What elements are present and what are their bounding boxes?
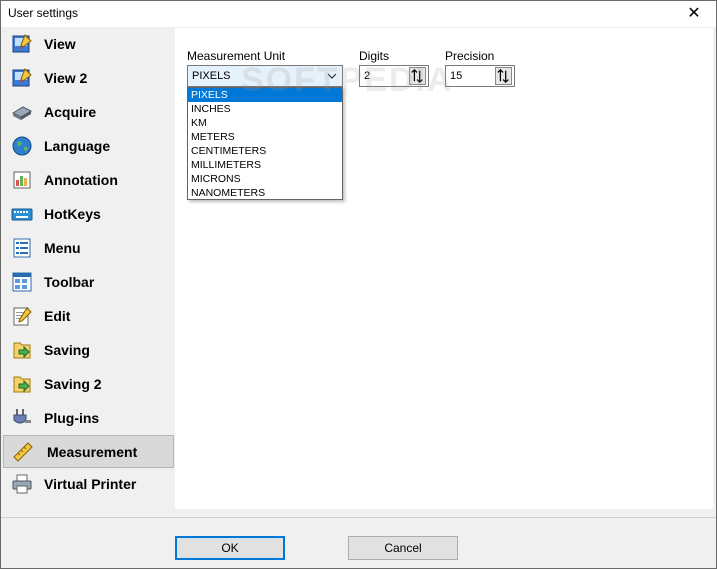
unit-option[interactable]: KM [188,116,342,130]
digits-spin-button[interactable] [409,67,426,85]
sidebar-item-hotkeys[interactable]: HotKeys [3,198,174,231]
unit-option[interactable]: PIXELS [188,88,342,102]
sidebar-item-view[interactable]: View [3,28,174,61]
cancel-button[interactable]: Cancel [348,536,458,560]
digits-spinner[interactable]: 2 [359,65,429,87]
sidebar-item-toolbar[interactable]: Toolbar [3,266,174,299]
up-down-arrows-icon [411,68,423,84]
annotation-icon [13,171,31,189]
measurement-unit-dropdown: PIXELS INCHES KM METERS CENTIMETERS MILL… [187,87,343,200]
sidebar-item-label: Language [44,138,111,154]
digits-label: Digits [359,49,390,63]
settings-sidebar: View View 2 Acquire Language Annotation … [3,28,174,496]
printer-icon [12,474,32,494]
menu-icon [13,238,31,258]
measurement-unit-value: PIXELS [192,70,231,82]
toolbar-icon [12,272,32,292]
saving-icon [13,342,31,359]
sidebar-item-label: Saving 2 [44,376,102,392]
sidebar-item-measurement[interactable]: Measurement [3,435,174,468]
sidebar-item-menu[interactable]: Menu [3,232,174,265]
saving2-icon [13,376,31,393]
user-settings-window: User settings ✕ View View 2 Acquire Lang… [0,0,717,569]
chevron-down-icon [327,73,337,79]
digits-value: 2 [364,70,371,82]
sidebar-item-label: Edit [44,308,71,324]
view2-icon [12,68,32,87]
up-down-arrows-icon [497,68,509,84]
sidebar-item-annotation[interactable]: Annotation [3,164,174,197]
measurement-unit-select[interactable]: PIXELS [187,65,343,87]
close-icon[interactable]: ✕ [672,1,716,27]
sidebar-item-plug-ins[interactable]: Plug-ins [3,402,174,435]
sidebar-item-label: View [44,36,76,52]
unit-option[interactable]: CENTIMETERS [188,144,342,158]
precision-value: 15 [450,70,463,82]
sidebar-item-label: Menu [44,240,81,256]
precision-spinner[interactable]: 15 [445,65,515,87]
ruler-icon [13,442,33,462]
view-icon [12,34,32,53]
ok-button[interactable]: OK [175,536,285,560]
unit-option[interactable]: MICRONS [188,172,342,186]
sidebar-item-label: Acquire [44,104,97,120]
precision-label: Precision [445,49,495,63]
plugin-icon [13,409,31,424]
sidebar-item-label: Virtual Printer [44,476,137,492]
unit-option[interactable]: METERS [188,130,342,144]
keyboard-icon [11,208,33,221]
acquire-icon [11,106,33,120]
sidebar-item-label: Toolbar [44,274,95,290]
sidebar-item-virtual-printer[interactable]: Virtual Printer [3,468,174,501]
sidebar-item-view-2[interactable]: View 2 [3,62,174,95]
sidebar-item-label: Saving [44,342,90,358]
footer-divider [1,517,716,518]
precision-spin-button[interactable] [495,67,512,85]
unit-option[interactable]: NANOMETERS [188,186,342,200]
sidebar-item-label: View 2 [44,70,88,86]
sidebar-item-label: Measurement [47,444,138,460]
sidebar-item-acquire[interactable]: Acquire [3,96,174,129]
sidebar-item-label: Plug-ins [44,410,100,426]
sidebar-item-edit[interactable]: Edit [3,300,174,333]
globe-icon [12,136,32,156]
sidebar-item-language[interactable]: Language [3,130,174,163]
title-bar: User settings ✕ [1,1,716,27]
measurement-unit-label: Measurement Unit [187,49,286,63]
window-title: User settings [8,6,79,20]
sidebar-item-saving-2[interactable]: Saving 2 [3,368,174,401]
unit-option[interactable]: INCHES [188,102,342,116]
sidebar-item-label: HotKeys [44,206,101,222]
unit-option[interactable]: MILLIMETERS [188,158,342,172]
sidebar-item-saving[interactable]: Saving [3,334,174,367]
edit-icon [13,307,32,326]
sidebar-item-label: Annotation [44,172,118,188]
